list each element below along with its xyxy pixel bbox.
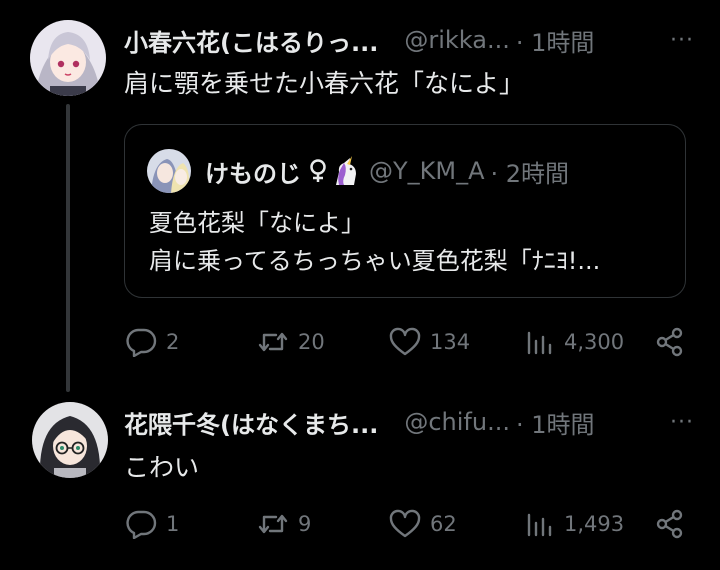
share-icon (656, 509, 683, 539)
views-chart-icon (527, 513, 552, 537)
heart-icon (389, 509, 421, 538)
avatar-chifuyu-image (32, 402, 108, 478)
reply-button[interactable]: 1 (124, 504, 179, 544)
avatar-rikka[interactable] (30, 20, 106, 96)
views-button[interactable]: 4,300 (522, 322, 624, 362)
quoted-display-name: けものじ (205, 159, 301, 188)
heart-icon (389, 327, 421, 356)
quoted-tweet-header: けものじ @Y_KM_A · 2時間 (147, 149, 569, 193)
display-name[interactable]: 小春六花(こはるりっ... (124, 23, 378, 58)
avatar-chifuyu[interactable] (32, 402, 108, 478)
retweet-icon (258, 514, 288, 534)
reply-icon (126, 510, 157, 539)
views-count: 1,493 (564, 512, 625, 536)
quoted-name-emoji (307, 155, 361, 187)
quoted-timestamp: · 2時間 (490, 159, 570, 188)
views-button[interactable]: 1,493 (522, 504, 624, 544)
quoted-tweet[interactable]: けものじ @Y_KM_A · 2時間 夏色花梨「なによ」 肩に乗ってるちっちゃい… (124, 124, 686, 298)
quoted-handle: @Y_KM_A (369, 157, 485, 185)
share-button[interactable] (654, 504, 694, 544)
share-icon (656, 327, 683, 357)
female-symbol-icon (310, 159, 326, 182)
display-name[interactable]: 花隈千冬(はなくまち... (124, 405, 378, 440)
user-handle[interactable]: @rikka... (404, 26, 510, 54)
tweet-actions: 1 9 62 1,493 (124, 504, 690, 544)
retweet-button[interactable]: 9 (256, 504, 311, 544)
avatar-rikka-image (30, 20, 106, 96)
share-button[interactable] (654, 322, 694, 362)
timestamp[interactable]: · 1時間 (516, 405, 595, 440)
quoted-avatar (147, 149, 191, 193)
quoted-avatar-image (147, 149, 191, 193)
tweet-chifuyu[interactable]: 花隈千冬(はなくまち... @chifu... · 1時間 ··· こわい 1 … (0, 390, 720, 570)
like-count: 62 (430, 512, 457, 536)
tweet-rikka[interactable]: 小春六花(こはるりっ... @rikka... · 1時間 ··· 肩に顎を乗せ… (0, 0, 720, 392)
retweet-button[interactable]: 20 (256, 322, 325, 362)
like-count: 134 (430, 330, 471, 354)
tweet-text: こわい (124, 453, 200, 482)
retweet-count: 20 (298, 330, 325, 354)
more-options-icon[interactable]: ··· (670, 410, 694, 435)
tweet-actions: 2 20 134 4,300 (124, 322, 690, 362)
retweet-icon (258, 332, 288, 352)
reply-icon (126, 328, 157, 357)
user-handle[interactable]: @chifu... (404, 408, 510, 436)
thread-line (66, 104, 70, 392)
views-chart-icon (527, 331, 552, 355)
reply-button[interactable]: 2 (124, 322, 179, 362)
like-button[interactable]: 134 (388, 322, 470, 362)
like-button[interactable]: 62 (388, 504, 457, 544)
timestamp[interactable]: · 1時間 (516, 23, 595, 58)
reply-count: 1 (166, 512, 180, 536)
views-count: 4,300 (564, 330, 625, 354)
tweet-header: 小春六花(こはるりっ... @rikka... · 1時間 ··· (124, 20, 694, 60)
more-options-icon[interactable]: ··· (670, 28, 694, 53)
tweet-text: 肩に顎を乗せた小春六花「なによ」 (124, 69, 525, 98)
quoted-text-line: 夏色花梨「なによ」 (149, 209, 365, 237)
retweet-count: 9 (298, 512, 312, 536)
tweet-header: 花隈千冬(はなくまち... @chifu... · 1時間 ··· (124, 402, 694, 442)
reply-count: 2 (166, 330, 180, 354)
unicorn-icon (336, 156, 356, 185)
quoted-text-line: 肩に乗ってるちっちゃい夏色花梨「ﾅﾆﾖ!... (149, 247, 601, 275)
